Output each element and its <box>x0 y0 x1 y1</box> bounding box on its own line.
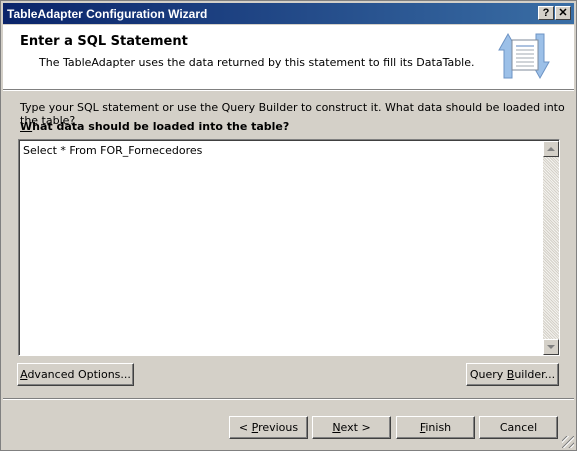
previous-label-pre: < <box>238 421 252 434</box>
vertical-scrollbar[interactable] <box>543 141 559 355</box>
scroll-down-button[interactable] <box>543 339 559 355</box>
resize-grip-icon[interactable] <box>562 436 574 448</box>
close-button[interactable]: ✕ <box>555 6 571 20</box>
query-builder-label: uilder... <box>514 368 556 381</box>
query-builder-label-pre: Query <box>469 368 507 381</box>
sql-label-accel: W <box>20 120 33 133</box>
sql-text[interactable]: Select * From FOR_Fornecedores <box>23 144 202 157</box>
finish-button[interactable]: Finish <box>396 416 475 439</box>
advanced-options-label: dvanced Options... <box>27 368 131 381</box>
help-button[interactable]: ? <box>538 6 554 20</box>
up-arrow-icon <box>547 147 555 151</box>
sql-editor-inner: Select * From FOR_Fornecedores <box>19 140 559 355</box>
page-title: Enter a SQL Statement <box>20 34 188 49</box>
title-bar[interactable]: TableAdapter Configuration Wizard ? ✕ <box>3 3 574 24</box>
next-button[interactable]: Next > <box>312 416 391 439</box>
header-divider <box>3 89 574 91</box>
finish-label: inish <box>425 421 452 434</box>
next-label: ext > <box>340 421 371 434</box>
previous-button[interactable]: < Previous <box>229 416 308 439</box>
previous-label: revious <box>258 421 299 434</box>
page-description: The TableAdapter uses the data returned … <box>39 56 475 69</box>
data-transfer-icon <box>498 32 550 80</box>
sql-label-text: hat data should be loaded into the table… <box>32 120 290 133</box>
down-arrow-icon <box>547 345 555 349</box>
advanced-options-button[interactable]: Advanced Options... <box>17 363 134 386</box>
sql-editor[interactable]: Select * From FOR_Fornecedores <box>18 139 560 356</box>
cancel-button[interactable]: Cancel <box>479 416 558 439</box>
query-builder-button[interactable]: Query Builder... <box>466 363 559 386</box>
sql-label: What data should be loaded into the tabl… <box>20 120 289 133</box>
wizard-window: TableAdapter Configuration Wizard ? ✕ En… <box>0 0 577 451</box>
wizard-header: Enter a SQL Statement The TableAdapter u… <box>3 25 574 89</box>
scroll-up-button[interactable] <box>543 141 559 157</box>
window-title: TableAdapter Configuration Wizard <box>7 7 208 21</box>
next-accel: N <box>332 421 341 434</box>
footer-divider <box>3 398 574 400</box>
